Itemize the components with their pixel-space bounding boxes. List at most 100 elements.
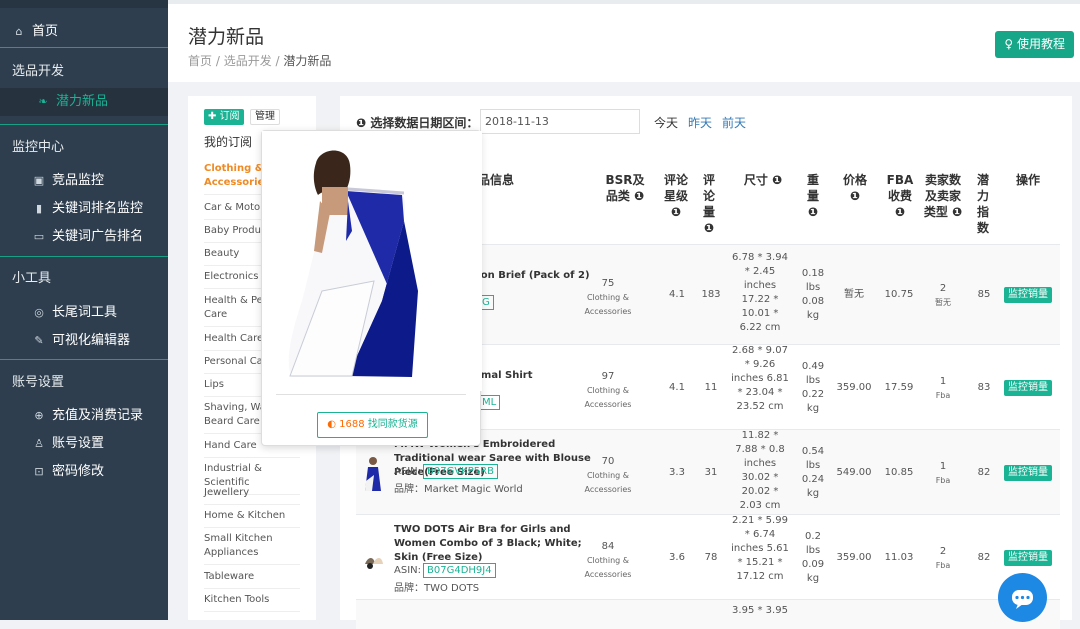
category-item[interactable]: Small Kitchen Appliances	[204, 532, 300, 565]
date-input[interactable]: 2018-11-13	[480, 109, 640, 134]
popup-divider	[276, 394, 466, 395]
sidebar-divider	[0, 124, 168, 125]
col-weight-text: 重量	[806, 173, 819, 203]
subscribe-button[interactable]: ✚ 订阅	[204, 109, 244, 125]
potential-score: 85	[977, 289, 991, 300]
breadcrumb-home[interactable]: 首页	[188, 54, 212, 68]
page-title: 潜力新品	[188, 26, 265, 48]
sidebar-section-dev[interactable]: 选品开发	[12, 60, 168, 79]
target-icon: ◎	[34, 306, 44, 319]
monitor-sales-button[interactable]: 监控销量	[1004, 380, 1052, 396]
weight-value: 0.49 lbs 0.22 kg	[801, 361, 825, 414]
product-name[interactable]: TWO DOTS Air Bra for Girls and Women Com…	[394, 523, 594, 565]
sidebar-item-longtail[interactable]: ◎ 长尾词工具	[32, 301, 168, 320]
sidebar-item-home[interactable]: ⌂ 首页	[12, 20, 168, 39]
reviews-count: 31	[704, 467, 718, 478]
tutorial-label: 使用教程	[1016, 37, 1065, 51]
bsr-category: Clothing & Accessories	[584, 471, 632, 494]
category-item[interactable]: Kitchen Tools	[204, 593, 300, 612]
seller-type: 暂无	[935, 298, 951, 307]
category-item[interactable]: Jewellery	[204, 486, 300, 505]
product-name[interactable]: ton Brief (Pack of 2)	[476, 269, 596, 283]
asin-tag[interactable]: B07G4DH9J4	[423, 563, 496, 578]
yesterday-link[interactable]: 昨天	[688, 114, 712, 131]
bsr-rank: 84	[601, 541, 615, 552]
category-item[interactable]: Home & Kitchen	[204, 509, 300, 528]
breadcrumb-dev[interactable]: 选品开发	[224, 54, 272, 68]
sidebar-item-label: 关键词排名监控	[52, 201, 144, 216]
sidebar-item-recharge[interactable]: ⊕ 充值及消费记录	[32, 404, 168, 423]
size-value: 2.21 * 5.99 * 6.74 inches 5.61 * 15.21 *…	[731, 515, 789, 582]
sidebar-item-keyword-ad[interactable]: ▭ 关键词广告排名	[32, 225, 168, 244]
size-value: 6.78 * 3.94 * 2.45 inches 17.22 * 10.01 …	[732, 252, 788, 333]
sidebar-item-password[interactable]: ⊡ 密码修改	[32, 460, 168, 479]
bsr-category: Clothing & Accessories	[584, 293, 632, 316]
price-value: 暂无	[844, 289, 864, 300]
monitor-sales-button[interactable]: 监控销量	[1004, 287, 1052, 303]
product-thumbnail[interactable]	[362, 453, 384, 493]
potential-score: 83	[977, 382, 991, 393]
weight-value: 0.54 lbs 0.24 kg	[801, 446, 825, 499]
sidebar-item-potential[interactable]: ❧ 潜力新品	[0, 88, 168, 116]
product-thumbnail[interactable]	[362, 538, 384, 578]
subscribe-label: 订阅	[219, 111, 240, 122]
brand-label: 品牌：	[394, 484, 424, 495]
sidebar-item-label: 竞品监控	[52, 173, 105, 188]
bulb-icon: ♀	[1004, 37, 1014, 51]
leaf-icon: ❧	[38, 95, 48, 108]
price-value: 359.00	[836, 382, 872, 393]
seller-count: 2	[939, 283, 947, 294]
monitor-sales-button[interactable]: 监控销量	[1004, 465, 1052, 481]
monitor-icon: ▣	[33, 174, 45, 187]
reviews-count: 183	[701, 289, 721, 300]
brand-row: 品牌：Market Magic World	[394, 480, 523, 495]
potential-score: 82	[977, 467, 991, 478]
fba-fee: 10.75	[884, 289, 914, 300]
asin-row: ASIN: B07GVKP5RB	[394, 464, 498, 479]
monitor-sales-button[interactable]: 监控销量	[1004, 550, 1052, 566]
sidebar-item-competitor[interactable]: ▣ 竞品监控	[32, 169, 168, 188]
screen-icon: ▭	[33, 230, 45, 243]
sidebar-divider	[0, 359, 168, 360]
today-link[interactable]: 今天	[654, 114, 678, 131]
sidebar-item-keyword-rank[interactable]: ▮ 关键词排名监控	[32, 197, 168, 216]
day-before-link[interactable]: 前天	[722, 114, 746, 131]
col-info: 品信息	[478, 173, 515, 187]
find-source-button[interactable]: ◐ 1688 找同款货源	[317, 412, 428, 438]
seller-count: 2	[939, 546, 947, 557]
tutorial-button[interactable]: ♀ 使用教程	[995, 31, 1074, 58]
seller-type: Fba	[935, 476, 951, 485]
size-value: 11.82 * 7.88 * 0.8 inches 30.02 * 20.02 …	[735, 430, 785, 511]
sidebar-section-monitor[interactable]: 监控中心	[12, 136, 168, 155]
rating-value: 4.1	[669, 289, 685, 300]
sidebar-item-label: 充值及消费记录	[52, 408, 144, 423]
sidebar-item-visual-editor[interactable]: ✎ 可视化编辑器	[32, 329, 168, 348]
col-size: 尺寸 ❶	[743, 173, 783, 187]
chat-icon	[1012, 590, 1033, 609]
date-filter-text: 选择数据日期区间：	[370, 116, 479, 130]
fba-fee: 17.59	[884, 382, 914, 393]
potential-score: 82	[977, 552, 991, 563]
user-icon: ♙	[34, 437, 44, 450]
col-bsr-text: BSR及品类	[605, 173, 645, 203]
chat-button[interactable]	[998, 573, 1047, 622]
sidebar-section-account[interactable]: 账号设置	[12, 371, 168, 390]
bsr-rank: 97	[601, 371, 615, 382]
asin-tag[interactable]: B07GVKP5RB	[423, 464, 498, 479]
manage-button[interactable]: 管理	[250, 109, 280, 125]
product-name[interactable]: rmal Shirt	[476, 369, 596, 383]
product-image	[262, 131, 482, 391]
fba-fee: 11.03	[884, 552, 914, 563]
asin-label: ASIN:	[394, 565, 421, 576]
seller-type: Fba	[935, 391, 951, 400]
sidebar-item-account-settings[interactable]: ♙ 账号设置	[32, 432, 168, 451]
asin-tag[interactable]: ML	[478, 395, 501, 410]
category-item[interactable]: Tableware	[204, 570, 300, 589]
col-action: 操作	[1015, 173, 1040, 187]
col-rating-text: 评论星级	[663, 173, 688, 203]
col-sellers-text: 卖家数及卖家类型	[923, 173, 961, 219]
sidebar-section-tools[interactable]: 小工具	[12, 267, 168, 286]
asin-label: ASIN:	[394, 466, 421, 477]
table-row: TWO DOTS Air Bra for Girls and Women Com…	[356, 514, 1060, 599]
col-sellers: 卖家数及卖家类型 ❶	[923, 173, 963, 219]
